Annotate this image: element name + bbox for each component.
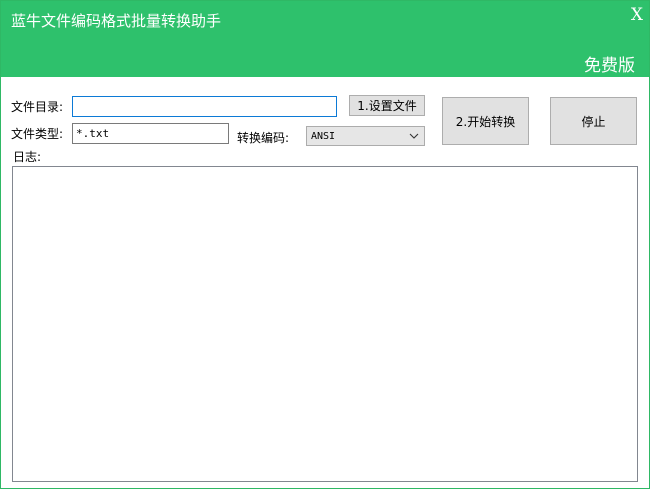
app-title: 蓝牛文件编码格式批量转换助手 [11, 12, 222, 30]
log-textarea[interactable] [12, 166, 638, 482]
title-bar: 蓝牛文件编码格式批量转换助手 X 免费版 [1, 1, 649, 77]
log-label: 日志: [13, 150, 42, 164]
edition-label: 免费版 [584, 56, 635, 76]
encoding-select[interactable]: ANSI [306, 126, 425, 146]
set-file-button[interactable]: 1.设置文件 [349, 95, 425, 116]
dir-input[interactable] [72, 96, 337, 117]
type-label: 文件类型: [11, 127, 64, 141]
encoding-selected: ANSI [311, 131, 336, 142]
close-icon[interactable]: X [631, 5, 643, 25]
stop-button[interactable]: 停止 [550, 97, 637, 145]
app-window: 蓝牛文件编码格式批量转换助手 X 免费版 文件目录: 1.设置文件 文件类型: … [0, 0, 650, 489]
start-convert-button[interactable]: 2.开始转换 [442, 97, 529, 145]
chevron-down-icon [409, 133, 419, 139]
encoding-label: 转换编码: [237, 131, 290, 145]
type-input[interactable]: *.txt [72, 123, 229, 144]
dir-label: 文件目录: [11, 100, 64, 114]
